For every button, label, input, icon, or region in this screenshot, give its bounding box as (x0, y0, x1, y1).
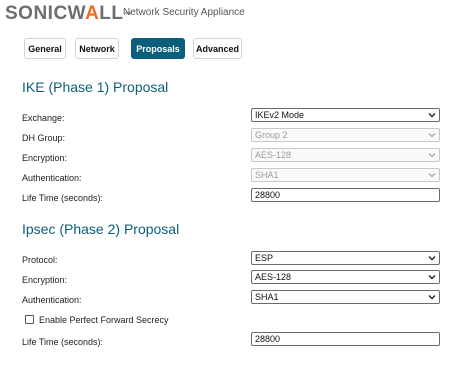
protocol-value: ESP (255, 253, 274, 263)
dh-group-label: DH Group: (22, 133, 66, 143)
sonicwall-logo: SONICWALL™ (5, 3, 133, 24)
page-subtitle: Network Security Appliance (123, 7, 245, 18)
ipsec-authentication-label: Authentication: (22, 295, 82, 305)
dh-group-select: Group 2 (251, 128, 440, 142)
ike-encryption-value: AES-128 (255, 150, 292, 160)
ipsec-encryption-label: Encryption: (22, 275, 68, 285)
ipsec-encryption-select[interactable]: AES-128 (251, 270, 440, 284)
ike-encryption-label: Encryption: (22, 153, 68, 163)
ipsec-authentication-select[interactable]: SHA1 (251, 290, 440, 304)
protocol-select[interactable]: ESP (251, 251, 440, 265)
tab-network[interactable]: Network (75, 38, 119, 59)
chevron-down-icon (428, 153, 436, 158)
ike-encryption-select: AES-128 (251, 148, 440, 162)
ike-lifetime-input[interactable]: 28800 (251, 188, 440, 202)
pfs-checkbox[interactable] (25, 315, 34, 324)
pfs-label: Enable Perfect Forward Secrecy (39, 315, 169, 325)
ike-authentication-value: SHA1 (255, 170, 279, 180)
protocol-label: Protocol: (22, 255, 58, 265)
chevron-down-icon (428, 173, 436, 178)
chevron-down-icon (428, 275, 436, 280)
brand-text: SONICWALL (5, 3, 124, 24)
ike-lifetime-label: Life Time (seconds): (22, 193, 104, 203)
ipsec-authentication-value: SHA1 (255, 292, 279, 302)
tab-proposals[interactable]: Proposals (131, 38, 185, 59)
ipsec-encryption-value: AES-128 (255, 272, 292, 282)
tab-general[interactable]: General (24, 38, 66, 59)
chevron-down-icon (428, 295, 436, 300)
exchange-select[interactable]: IKEv2 Mode (251, 108, 440, 122)
chevron-down-icon (428, 133, 436, 138)
tab-advanced[interactable]: Advanced (193, 38, 242, 59)
chevron-down-icon (428, 256, 436, 261)
exchange-value: IKEv2 Mode (255, 110, 305, 120)
ike-authentication-label: Authentication: (22, 173, 82, 183)
ike-authentication-select: SHA1 (251, 168, 440, 182)
exchange-label: Exchange: (22, 113, 65, 123)
ipsec-section-title: Ipsec (Phase 2) Proposal (22, 221, 180, 237)
ike-section-title: IKE (Phase 1) Proposal (22, 79, 169, 95)
chevron-down-icon (428, 113, 436, 118)
app-header: SONICWALL™ Network Security Appliance (0, 0, 474, 30)
dh-group-value: Group 2 (255, 130, 288, 140)
ipsec-lifetime-label: Life Time (seconds): (22, 337, 104, 347)
ipsec-lifetime-input[interactable]: 28800 (251, 332, 440, 346)
